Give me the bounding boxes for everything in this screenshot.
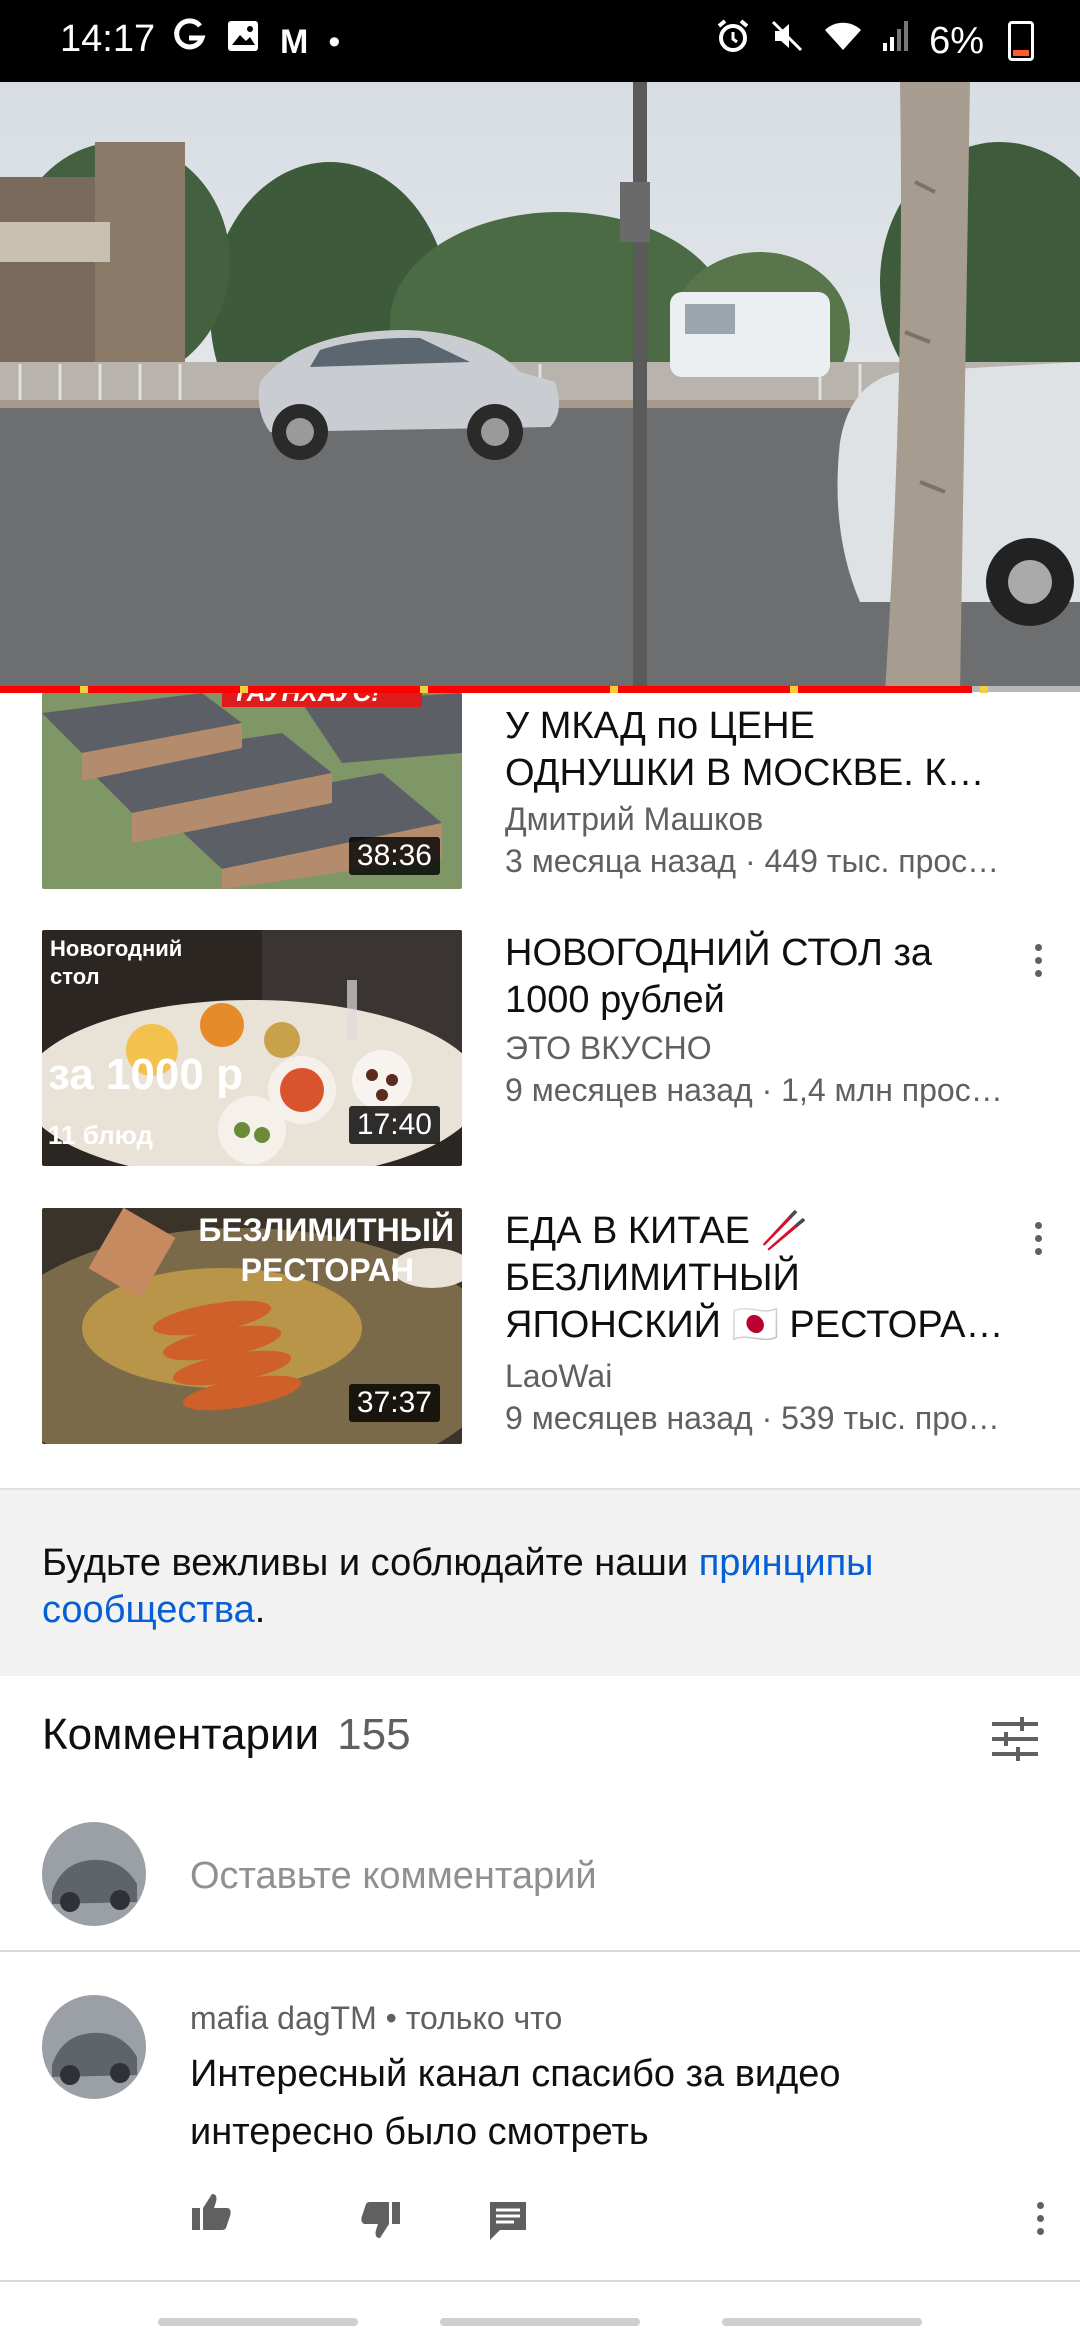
video-thumbnail[interactable]: ТАУНХАУС! 38:36 <box>42 693 462 889</box>
add-comment-input[interactable]: Оставьте комментарий <box>190 1855 597 1898</box>
video-thumbnail[interactable]: БЕЗЛИМИТНЫЙ РЕСТОРАН 37:37 <box>42 1208 462 1444</box>
notice-body: Будьте вежливы и соблюдайте наши <box>42 1542 699 1584</box>
avatar[interactable] <box>42 1822 146 1926</box>
more-options-icon[interactable] <box>1018 1208 1058 1268</box>
recommendation-item[interactable]: БЕЗЛИМИТНЫЙ РЕСТОРАН 37:37 ЕДА В КИТАЕ 🥢… <box>0 1208 1080 1448</box>
channel-name[interactable]: ЭТО ВКУСНО <box>505 1030 1025 1067</box>
signal-icon <box>881 19 911 63</box>
thumbnail-text: за 1000 р <box>48 1050 243 1099</box>
comment-time: только что <box>405 2000 563 2036</box>
video-duration: 38:36 <box>348 837 440 875</box>
channel-name[interactable]: LaoWai <box>505 1358 1025 1395</box>
video-player[interactable] <box>0 82 1080 692</box>
reply-icon[interactable] <box>486 2198 530 2242</box>
recommendation-item[interactable]: Новогодний стол за 1000 р 11 блюд 17:40 … <box>0 930 1080 1170</box>
recommendation-item[interactable]: ТАУНХАУС! 38:36 У МКАД по ЦЕНЕ ОДНУШКИ В… <box>0 693 1080 933</box>
system-navigation-bar <box>0 2310 1080 2340</box>
video-duration: 17:40 <box>348 1106 440 1144</box>
video-title[interactable]: У МКАД по ЦЕНЕ ОДНУШКИ В МОСКВЕ. К… <box>505 703 1015 797</box>
video-thumbnail[interactable]: Новогодний стол за 1000 р 11 блюд 17:40 <box>42 930 462 1166</box>
video-meta: 9 месяцев назад · 539 тыс. про… <box>505 1400 1000 1436</box>
thumbnail-text: БЕЗЛИМИТНЫЙ <box>198 1212 454 1248</box>
divider <box>0 2280 1080 2282</box>
thumbnail-text: Новогодний <box>50 936 183 961</box>
battery-percent: 6% <box>929 19 984 62</box>
thumbnail-text: стол <box>50 964 100 989</box>
thumbnail-banner: ТАУНХАУС! <box>232 693 380 708</box>
gallery-icon <box>226 19 260 64</box>
video-duration: 37:37 <box>348 1384 440 1422</box>
wifi-icon <box>823 18 863 64</box>
dot-icon: • <box>328 22 341 61</box>
google-icon <box>172 18 206 65</box>
comment-actions <box>190 2190 1060 2250</box>
nav-home-handle[interactable] <box>440 2318 640 2326</box>
dislike-icon[interactable] <box>358 2198 402 2242</box>
video-meta: 9 месяцев назад · 1,4 млн прос… <box>505 1072 1003 1108</box>
thumbnail-text: 11 блюд <box>48 1120 154 1150</box>
comment-avatar[interactable] <box>42 1995 146 2099</box>
comments-count: 155 <box>337 1710 411 1759</box>
comments-label: Комментарии <box>42 1710 320 1759</box>
comment-text: Интересный канал спасибо за видео интере… <box>190 2053 841 2153</box>
notice-end: . <box>254 1589 266 1631</box>
channel-name[interactable]: Дмитрий Машков <box>505 801 1025 838</box>
video-title[interactable]: ЕДА В КИТАЕ 🥢 БЕЗЛИМИТНЫЙ ЯПОНСКИЙ 🇯🇵 РЕ… <box>505 1208 1015 1349</box>
comment-author-line: mafia dagTM • только что <box>190 2000 563 2036</box>
comment-more-options-icon[interactable] <box>1020 2188 1060 2248</box>
video-frame <box>0 82 1080 692</box>
like-icon[interactable] <box>190 2190 234 2234</box>
status-bar: 14:17 M • 6% <box>0 0 1080 82</box>
video-meta: 3 месяца назад · 449 тыс. прос… <box>505 843 1000 879</box>
video-title[interactable]: НОВОГОДНИЙ СТОЛ за 1000 рублей <box>505 930 1015 1024</box>
mute-icon <box>769 18 805 64</box>
alarm-icon <box>715 18 751 64</box>
thumbnail-text: РЕСТОРАН <box>240 1252 414 1288</box>
sort-comments-icon[interactable] <box>990 1714 1040 1764</box>
nav-recent-handle[interactable] <box>158 2318 358 2326</box>
status-time: 14:17 <box>60 18 156 60</box>
comments-header: Комментарии 155 <box>42 1710 411 1760</box>
battery-icon <box>1008 21 1034 61</box>
comment-author[interactable]: mafia dagTM <box>190 2000 377 2036</box>
community-guidelines-notice: Будьте вежливы и соблюдайте наши принцип… <box>0 1488 1080 1676</box>
nav-back-handle[interactable] <box>722 2318 922 2326</box>
progress-fill <box>0 686 972 693</box>
gmail-icon: M <box>280 22 309 61</box>
video-progress-bar[interactable] <box>0 686 1080 693</box>
divider <box>0 1950 1080 1952</box>
more-options-icon[interactable] <box>1018 930 1058 990</box>
notice-text: Будьте вежливы и соблюдайте наши принцип… <box>42 1540 1032 1634</box>
